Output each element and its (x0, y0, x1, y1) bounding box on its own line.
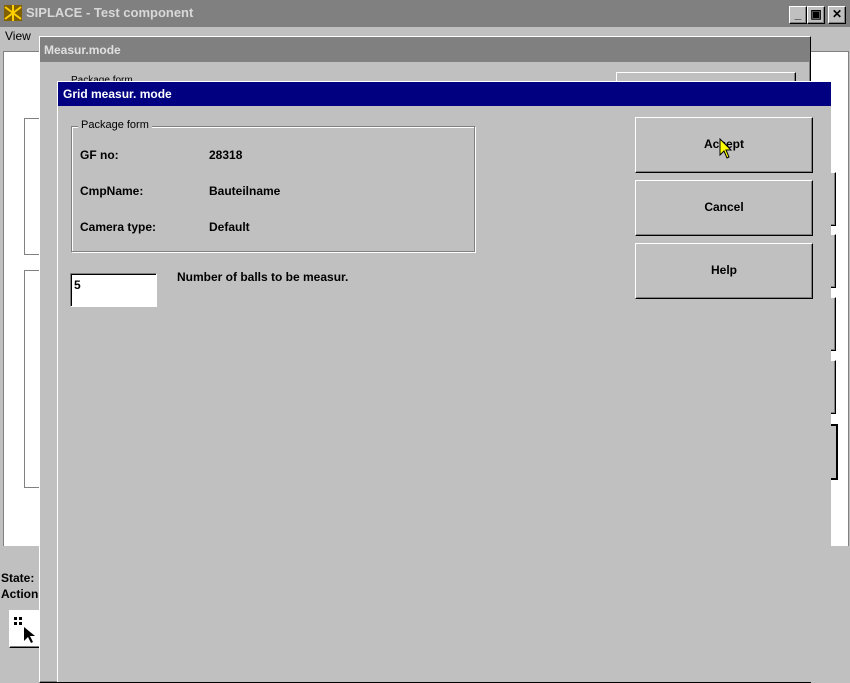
cmpname-label: CmpName: (80, 184, 144, 198)
pointer-tool-button[interactable] (9, 610, 43, 648)
gf-no-label: GF no: (80, 148, 119, 162)
gf-no-value: 28318 (209, 148, 243, 162)
measur-mode-titlebar: Measur.mode (40, 37, 810, 62)
grid-measur-mode-title: Grid measur. mode (63, 87, 172, 101)
minimize-button[interactable]: _ (789, 6, 807, 24)
menu-view[interactable]: View (5, 29, 31, 43)
camera-type-label: Camera type: (80, 220, 157, 234)
close-button[interactable]: ✕ (828, 6, 846, 24)
pointer-tool-icon (14, 617, 35, 643)
balls-count-label: Number of balls to be measur. (177, 270, 349, 284)
grid-measur-mode-titlebar: Grid measur. mode (58, 82, 831, 106)
package-form-legend: Package form (78, 119, 152, 131)
state-label: State: (1, 571, 35, 585)
cancel-button[interactable]: Cancel (635, 180, 813, 236)
mouse-cursor-icon (719, 138, 733, 159)
grid-measur-mode-dialog: Grid measur. mode Package form GF no: 28… (57, 81, 831, 682)
camera-type-value: Default (209, 220, 250, 234)
measur-mode-title: Measur.mode (44, 43, 121, 57)
maximize-button[interactable]: ▣ (807, 6, 825, 24)
main-window-title: SIPLACE - Test component (26, 5, 194, 20)
help-button[interactable]: Help (635, 243, 813, 299)
action-label: Action (1, 587, 39, 601)
cmpname-value: Bauteilname (209, 184, 281, 198)
measur-package-form-fragment: Package form (71, 75, 133, 81)
balls-count-input[interactable]: 5 (70, 273, 157, 307)
main-titlebar: SIPLACE - Test component _ ▣ ✕ (0, 0, 850, 27)
balls-count-value: 5 (74, 278, 81, 292)
app-icon (4, 5, 22, 21)
